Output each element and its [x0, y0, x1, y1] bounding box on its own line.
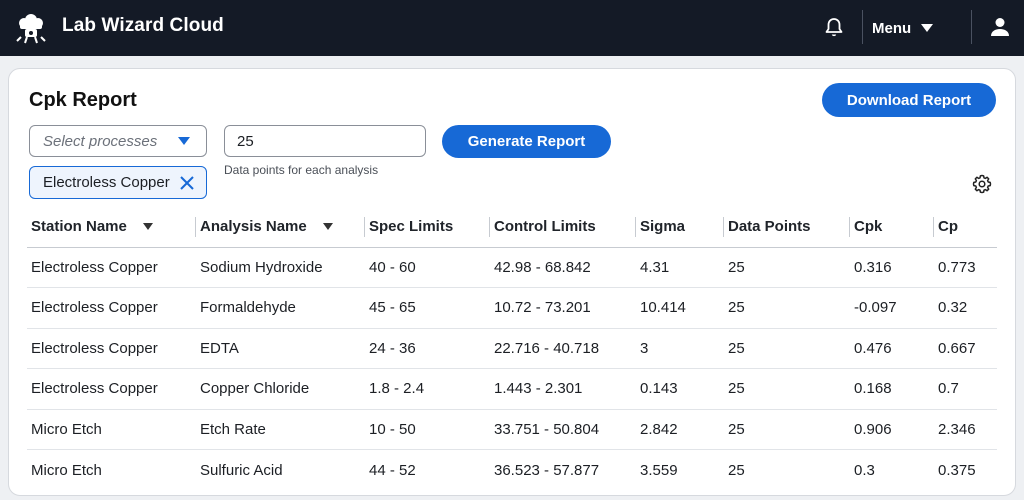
table-row: Electroless Copper Sodium Hydroxide 40 -…: [27, 247, 997, 288]
process-select[interactable]: Select processes: [29, 125, 207, 157]
column-header-cpk: Cpk: [850, 207, 934, 248]
top-navigation-bar: Lab Wizard Cloud Menu: [0, 0, 1024, 56]
cell-station: Electroless Copper: [27, 247, 196, 288]
cell-data-points: 25: [724, 247, 850, 288]
column-header-data-points: Data Points: [724, 207, 850, 248]
sort-caret-icon[interactable]: [142, 223, 153, 231]
cell-cp: 2.346: [934, 409, 997, 450]
download-report-button[interactable]: Download Report: [822, 83, 996, 117]
cell-data-points: 25: [724, 328, 850, 369]
cell-spec-limits: 40 - 60: [365, 247, 490, 288]
cell-station: Micro Etch: [31, 461, 102, 479]
cell-cpk: 0.316: [850, 247, 934, 288]
cell-control-limits: 36.523 - 57.877: [494, 461, 600, 479]
cell-sigma: 3: [636, 328, 724, 369]
table-header-row: Station Name Analysis Name Spec Limits C…: [27, 207, 997, 248]
cell-cp: 0.32: [934, 287, 997, 329]
cell-analysis: Sodium Hydroxide: [196, 247, 365, 288]
cell-analysis: EDTA: [196, 328, 365, 369]
cell-control-limits: 1.443 - 2.301: [490, 368, 636, 410]
menu-label: Menu: [872, 19, 912, 37]
cell-control-limits: 33.751 - 50.804: [490, 409, 636, 450]
table-row: Micro Etch Sulfuric Acid 44 - 52 36.523 …: [27, 450, 997, 491]
cell-sigma: 10.414: [636, 287, 724, 329]
cell-sigma: 4.31: [636, 247, 724, 288]
cell-data-points: 25: [724, 287, 850, 329]
cell-analysis: Formaldehyde: [196, 287, 365, 329]
cell-spec-limits: 45 - 65: [365, 287, 490, 329]
cell-spec-limits: 1.8 - 2.4: [365, 368, 490, 410]
cell-cpk: 0.168: [850, 368, 934, 410]
header-divider: [862, 10, 863, 44]
selected-process-chip: Electroless Copper: [29, 166, 207, 199]
column-header-station-name[interactable]: Station Name: [27, 207, 196, 248]
cell-cp: 0.667: [934, 328, 997, 369]
cell-spec-limits: 10 - 50: [365, 409, 490, 450]
process-select-placeholder: Select processes: [43, 132, 158, 150]
cell-station: Electroless Copper: [27, 287, 196, 329]
cell-spec-limits: 44 - 52: [369, 461, 416, 479]
cell-spec-limits: 24 - 36: [365, 328, 490, 369]
caret-down-icon: [921, 24, 934, 32]
user-icon[interactable]: [988, 15, 1012, 39]
cell-station: Electroless Copper: [27, 368, 196, 410]
cell-cp: 0.375: [938, 461, 976, 479]
chip-label: Electroless Copper: [43, 174, 170, 191]
table-row: Electroless Copper Copper Chloride 1.8 -…: [27, 368, 997, 410]
gear-icon[interactable]: [972, 174, 992, 194]
cell-cpk: -0.097: [850, 287, 934, 329]
header-divider: [971, 10, 972, 44]
cell-sigma: 3.559: [640, 461, 678, 479]
cpk-report-table: Station Name Analysis Name Spec Limits C…: [27, 207, 997, 490]
cell-sigma: 0.143: [636, 368, 724, 410]
cell-analysis: Copper Chloride: [196, 368, 365, 410]
lab-wizard-logo-icon[interactable]: [12, 8, 50, 46]
cell-cpk: 0.906: [850, 409, 934, 450]
data-points-helper: Data points for each analysis: [224, 163, 379, 177]
cell-sigma: 2.842: [636, 409, 724, 450]
cell-data-points: 25: [724, 368, 850, 410]
cell-analysis: Sulfuric Acid: [200, 461, 283, 479]
cell-analysis: Etch Rate: [196, 409, 365, 450]
cell-control-limits: 42.98 - 68.842: [490, 247, 636, 288]
table-row: Electroless Copper EDTA 24 - 36 22.716 -…: [27, 328, 997, 369]
cell-data-points: 25: [724, 409, 850, 450]
cell-control-limits: 22.716 - 40.718: [490, 328, 636, 369]
cell-cpk: 0.3: [854, 461, 875, 479]
sort-caret-icon[interactable]: [322, 223, 333, 231]
page-title: Cpk Report: [29, 89, 137, 111]
cell-station: Micro Etch: [27, 409, 196, 450]
table-row: Micro Etch Etch Rate 10 - 50 33.751 - 50…: [27, 409, 997, 450]
column-header-control-limits: Control Limits: [490, 207, 636, 248]
app-title: Lab Wizard Cloud: [62, 15, 224, 36]
column-header-sigma: Sigma: [636, 207, 724, 248]
menu-button[interactable]: Menu: [872, 14, 934, 42]
table-row: Electroless Copper Formaldehyde 45 - 65 …: [27, 287, 997, 329]
cell-cp: 0.773: [934, 247, 997, 288]
cell-station: Electroless Copper: [27, 328, 196, 369]
column-header-cp: Cp: [934, 207, 997, 248]
cell-cp: 0.7: [934, 368, 997, 410]
cell-cpk: 0.476: [850, 328, 934, 369]
column-header-spec-limits: Spec Limits: [365, 207, 490, 248]
close-icon[interactable]: [179, 175, 195, 191]
report-card: Cpk Report Download Report Select proces…: [8, 68, 1016, 496]
generate-report-button[interactable]: Generate Report: [442, 125, 611, 158]
cell-data-points: 25: [728, 461, 745, 479]
data-points-input[interactable]: [224, 125, 426, 157]
cell-control-limits: 10.72 - 73.201: [490, 287, 636, 329]
bell-icon[interactable]: [822, 16, 846, 40]
chevron-down-icon: [178, 137, 190, 145]
column-header-analysis-name[interactable]: Analysis Name: [196, 207, 365, 248]
